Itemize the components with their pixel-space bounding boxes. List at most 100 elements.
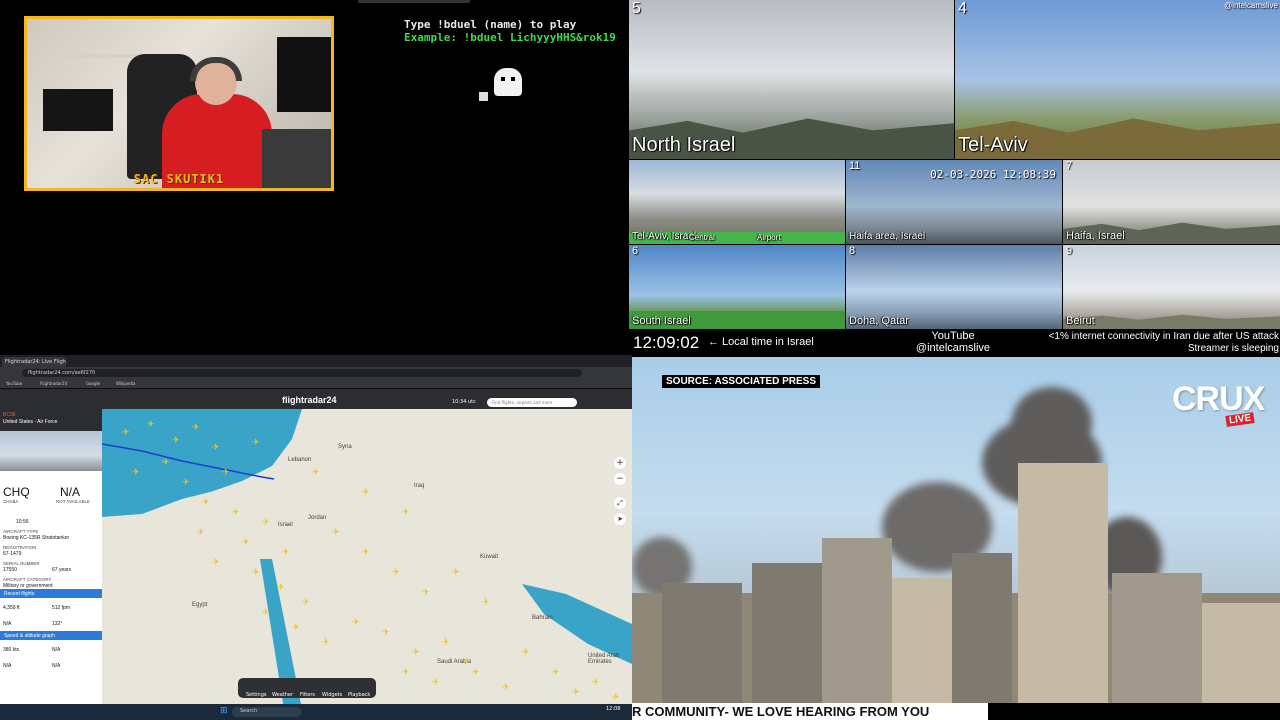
aircraft-marker-icon[interactable]: ✈ [362, 549, 370, 558]
aircraft-marker-icon[interactable]: ✈ [482, 599, 490, 608]
aircraft-marker-icon[interactable]: ✈ [202, 499, 210, 508]
aircraft-marker-icon[interactable]: ✈ [402, 669, 410, 678]
aircraft-marker-icon[interactable]: ✈ [442, 639, 450, 648]
camera-label: Tel-Aviv, Israel [632, 231, 697, 242]
game-instruction: Type !bduel (name) to play [404, 18, 577, 31]
bookmark-item[interactable]: YouTube [6, 381, 22, 386]
toolbar-settings[interactable]: Settings [246, 692, 267, 698]
recent-flights-band[interactable]: Recent flights [0, 589, 102, 598]
flight-search-input[interactable]: Find flights, airports and more [487, 398, 577, 407]
camera-label: Doha, Qatar [849, 315, 909, 327]
headset [190, 57, 242, 81]
aircraft-info-panel: KC35 United States - Air Force CHQ N/A C… [0, 409, 102, 709]
aircraft-marker-icon[interactable]: ✈ [312, 469, 320, 478]
aircraft-marker-icon[interactable]: ✈ [172, 437, 180, 446]
small-sprite-icon [479, 92, 488, 101]
aircraft-marker-icon[interactable]: ✈ [132, 469, 140, 478]
clock-caption: ← Local time in Israel [708, 336, 814, 348]
bookmark-item[interactable]: Flightradar24 [40, 381, 67, 386]
aircraft-marker-icon[interactable]: ✈ [382, 629, 390, 638]
address-bar[interactable]: flightradar24.com/ae6f270 [22, 369, 582, 377]
aircraft-marker-icon[interactable]: ✈ [242, 539, 250, 548]
aircraft-age: 67 years [52, 567, 72, 573]
aircraft-marker-icon[interactable]: ✈ [352, 619, 360, 628]
aircraft-marker-icon[interactable]: ✈ [282, 549, 290, 558]
youtube-handle: @intelcamslive [915, 342, 991, 354]
aircraft-marker-icon[interactable]: ✈ [392, 569, 400, 578]
bookmark-item[interactable]: Wikipedia [116, 381, 136, 386]
aircraft-marker-icon[interactable]: ✈ [252, 569, 260, 578]
camera-number: 11 [849, 160, 861, 172]
aircraft-marker-icon[interactable]: ✈ [197, 529, 205, 538]
smoke-plume [1012, 387, 1092, 457]
camera-handle: @intelcamslive [1224, 1, 1278, 10]
building [1202, 603, 1280, 703]
aircraft-marker-icon[interactable]: ✈ [162, 459, 170, 468]
aircraft-marker-icon[interactable]: ✈ [572, 689, 580, 698]
aircraft-marker-icon[interactable]: ✈ [522, 649, 530, 658]
browser-tab[interactable]: Flightradar24: Live Flight Tracker [2, 357, 66, 367]
toolbar-weather[interactable]: Weather [272, 692, 293, 698]
windows-start-icon[interactable]: ⊞ [220, 706, 228, 716]
aircraft-marker-icon[interactable]: ✈ [362, 489, 370, 498]
aircraft-marker-icon[interactable]: ✈ [422, 589, 430, 598]
camera-tile-haifa-area: 11 02-03-2026 12:08:39 Haifa area, Israe… [846, 160, 1062, 244]
fullscreen-icon[interactable]: ⤢ [614, 497, 626, 509]
streamer-name: SAC SKUTIK1 [133, 172, 225, 186]
aircraft-marker-icon[interactable]: ✈ [232, 509, 240, 518]
bookmark-item[interactable]: Google [86, 381, 100, 386]
toolbar-filters[interactable]: Filters [300, 692, 315, 698]
track: 132° [52, 621, 63, 627]
aircraft-marker-icon[interactable]: ✈ [472, 669, 480, 678]
speed-graph-band[interactable]: Speed & altitude graph [0, 631, 102, 640]
map-label-jordan: Jordan [308, 515, 327, 521]
aircraft-marker-icon[interactable]: ✈ [212, 444, 220, 453]
aircraft-marker-icon[interactable]: ✈ [462, 659, 470, 668]
utc-clock: 10:34 utc [452, 399, 476, 405]
aircraft-marker-icon[interactable]: ✈ [452, 569, 460, 578]
aircraft-marker-icon[interactable]: ✈ [262, 609, 270, 618]
aircraft-marker-icon[interactable]: ✈ [502, 684, 510, 693]
aircraft-marker-icon[interactable]: ✈ [412, 649, 420, 658]
toolbar-widgets[interactable]: Widgets [322, 692, 342, 698]
map-label-bahrain: Bahrain [532, 615, 553, 621]
map-label-uae: United Arab Emirates [588, 653, 620, 665]
aircraft-marker-icon[interactable]: ✈ [592, 679, 600, 688]
camera-label: Haifa area, Israel [849, 231, 926, 242]
aircraft-marker-icon[interactable]: ✈ [302, 599, 310, 608]
aircraft-marker-icon[interactable]: ✈ [402, 509, 410, 518]
flight-map[interactable]: Syria Iraq Lebanon Israel Jordan Kuwait … [102, 409, 632, 709]
aircraft-photo [0, 431, 102, 471]
aircraft-marker-icon[interactable]: ✈ [252, 439, 260, 448]
aircraft-marker-icon[interactable]: ✈ [192, 424, 200, 433]
aircraft-marker-icon[interactable]: ✈ [212, 559, 220, 568]
flightradar-logo[interactable]: flightradar24 [282, 395, 337, 405]
aircraft-marker-icon[interactable]: ✈ [262, 519, 270, 528]
youtube-label: YouTube [931, 330, 975, 342]
aircraft-marker-icon[interactable]: ✈ [147, 421, 155, 430]
aircraft-marker-icon[interactable]: ✈ [552, 669, 560, 678]
camera-number: 4 [958, 0, 967, 17]
windows-taskbar [0, 704, 632, 720]
tv [43, 89, 113, 131]
zoom-out-icon[interactable]: − [614, 473, 626, 485]
aircraft-marker-icon[interactable]: ✈ [332, 529, 340, 538]
zoom-in-icon[interactable]: + [614, 457, 626, 469]
camera-number: 5 [632, 0, 641, 17]
city-outline [1063, 314, 1280, 329]
origin-code: CHQ [3, 485, 30, 499]
map-label-israel: Israel [278, 522, 293, 528]
aircraft-marker-icon[interactable]: ✈ [612, 694, 620, 703]
aircraft-marker-icon[interactable]: ✈ [122, 429, 130, 438]
locate-icon[interactable]: ➤ [614, 513, 626, 525]
aircraft-marker-icon[interactable]: ✈ [222, 469, 230, 478]
taskbar-search[interactable]: Search [232, 707, 302, 717]
aircraft-marker-icon[interactable]: ✈ [277, 584, 285, 593]
aircraft-marker-icon[interactable]: ✈ [182, 479, 190, 488]
building [822, 538, 892, 703]
aircraft-marker-icon[interactable]: ✈ [292, 624, 300, 633]
aircraft-marker-icon[interactable]: ✈ [322, 639, 330, 648]
toolbar-playback[interactable]: Playback [348, 692, 370, 698]
aircraft-marker-icon[interactable]: ✈ [432, 679, 440, 688]
mach: N/A [52, 663, 61, 669]
